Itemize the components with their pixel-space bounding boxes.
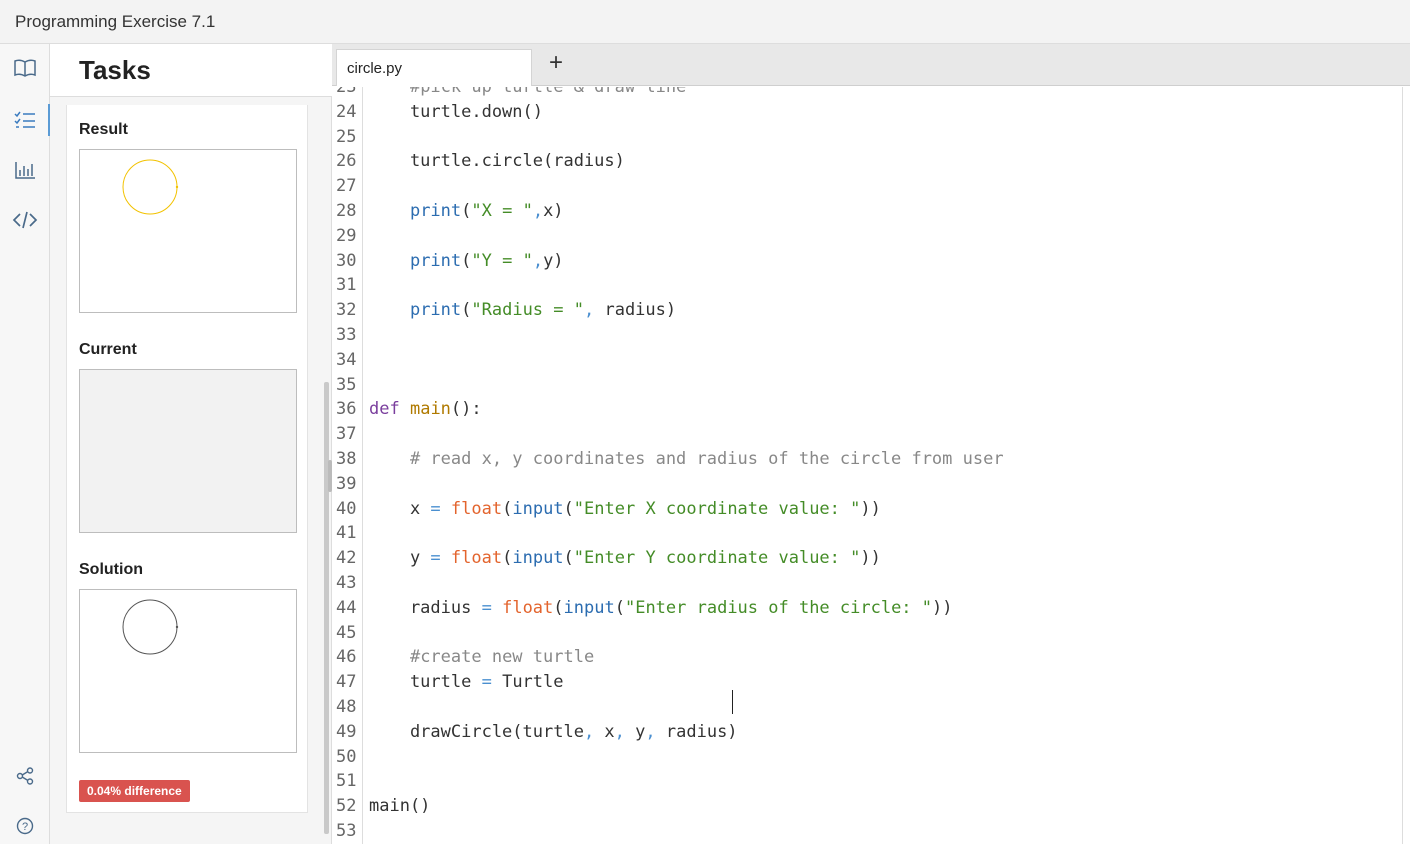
line-text: turtle.down()	[369, 101, 543, 122]
line-number: 33	[336, 325, 357, 345]
code-editor[interactable]: circle.py + 23 #pick up turtle & draw li…	[332, 44, 1410, 844]
tab-bar: circle.py +	[332, 44, 1410, 86]
line-number: 41	[336, 523, 357, 544]
panel-scrollbar[interactable]	[324, 382, 329, 834]
result-label: Result	[79, 121, 128, 138]
line-number: 23	[336, 87, 357, 97]
solution-circle	[122, 599, 178, 655]
tasks-panel: Tasks Result Current Solution 0.04% diff…	[50, 44, 332, 844]
line-number: 36	[336, 399, 357, 420]
line-text: # read x, y coordinates and radius of th…	[409, 449, 1004, 469]
line-number: 29	[336, 225, 357, 246]
line-text: x = float(input("Enter X coordinate valu…	[369, 498, 881, 519]
panel-header: Tasks	[50, 44, 332, 97]
line-number: 27	[336, 176, 357, 197]
solution-drawing	[122, 599, 179, 655]
solution-turtle-dot	[175, 625, 179, 629]
line-number: 40	[336, 498, 357, 519]
code-area[interactable]: 23 #pick up turtle & draw line 24 turtle.…	[332, 87, 1402, 844]
line-number: 52	[336, 796, 357, 817]
line-number: 46	[336, 647, 357, 668]
result-circle	[122, 159, 178, 215]
book-icon[interactable]	[0, 48, 50, 88]
line-text: print("Radius = ", radius)	[409, 300, 677, 321]
share-icon[interactable]	[0, 756, 50, 796]
result-turtle-dot	[175, 185, 179, 189]
line-text: y = float(input("Enter Y coordinate valu…	[369, 548, 881, 569]
result-drawing	[122, 159, 179, 215]
editor-right-border	[1402, 87, 1403, 844]
line-number: 51	[336, 771, 357, 792]
line-text: print("Y = ",y)	[409, 250, 564, 271]
line-number: 47	[336, 672, 357, 693]
task-card: Result Current Solution 0.04% difference	[66, 105, 308, 813]
panel-title: Tasks	[79, 55, 151, 85]
line-number: 30	[336, 250, 357, 271]
current-label: Current	[79, 341, 137, 358]
line-number: 32	[336, 300, 357, 321]
add-tab-button[interactable]: +	[544, 50, 568, 76]
line-number: 31	[336, 275, 357, 296]
line-number: 34	[336, 349, 357, 370]
line-text: #create new turtle	[409, 647, 595, 668]
icon-rail: ?	[0, 44, 51, 846]
help-icon[interactable]: ?	[0, 806, 50, 846]
line-text: #pick up turtle & draw line	[409, 87, 687, 97]
code-icon[interactable]	[0, 200, 50, 240]
line-text: turtle.circle(radius)	[369, 151, 625, 172]
line-number: 45	[336, 622, 357, 643]
window-title: Programming Exercise 7.1	[15, 12, 216, 31]
title-bar: Programming Exercise 7.1	[0, 0, 1410, 44]
line-text: turtle = Turtle	[369, 672, 564, 693]
line-number: 44	[336, 597, 357, 618]
line-number: 24	[336, 101, 357, 122]
line-number: 38	[336, 449, 357, 469]
line-number: 53	[336, 821, 357, 841]
text-cursor	[732, 690, 733, 714]
line-text: main()	[369, 796, 431, 817]
svg-text:?: ?	[22, 821, 28, 833]
chart-icon[interactable]	[0, 150, 50, 190]
line-number: 42	[336, 548, 357, 569]
line-text: radius = float(input("Enter radius of th…	[369, 597, 953, 618]
current-canvas	[79, 369, 297, 533]
tab-label: circle.py	[347, 60, 403, 77]
line-text: print("X = ",x)	[409, 201, 564, 221]
line-number: 49	[336, 721, 357, 742]
line-number: 50	[336, 746, 357, 767]
line-number: 25	[336, 126, 357, 147]
line-number: 26	[336, 151, 357, 172]
tab-circle-py[interactable]: circle.py	[336, 49, 532, 86]
tasks-list-icon[interactable]	[0, 100, 51, 140]
difference-badge: 0.04% difference	[79, 780, 190, 802]
line-number: 35	[336, 374, 357, 395]
line-number: 28	[336, 201, 357, 221]
solution-label: Solution	[79, 561, 143, 578]
line-number: 37	[336, 424, 357, 445]
result-canvas	[79, 149, 297, 313]
solution-canvas	[79, 589, 297, 753]
line-number: 39	[336, 473, 357, 494]
line-number: 48	[336, 697, 357, 717]
line-text: drawCircle(turtle, x, y, radius)	[369, 721, 738, 742]
line-number: 43	[336, 573, 357, 593]
line-text: def main():	[369, 399, 482, 420]
